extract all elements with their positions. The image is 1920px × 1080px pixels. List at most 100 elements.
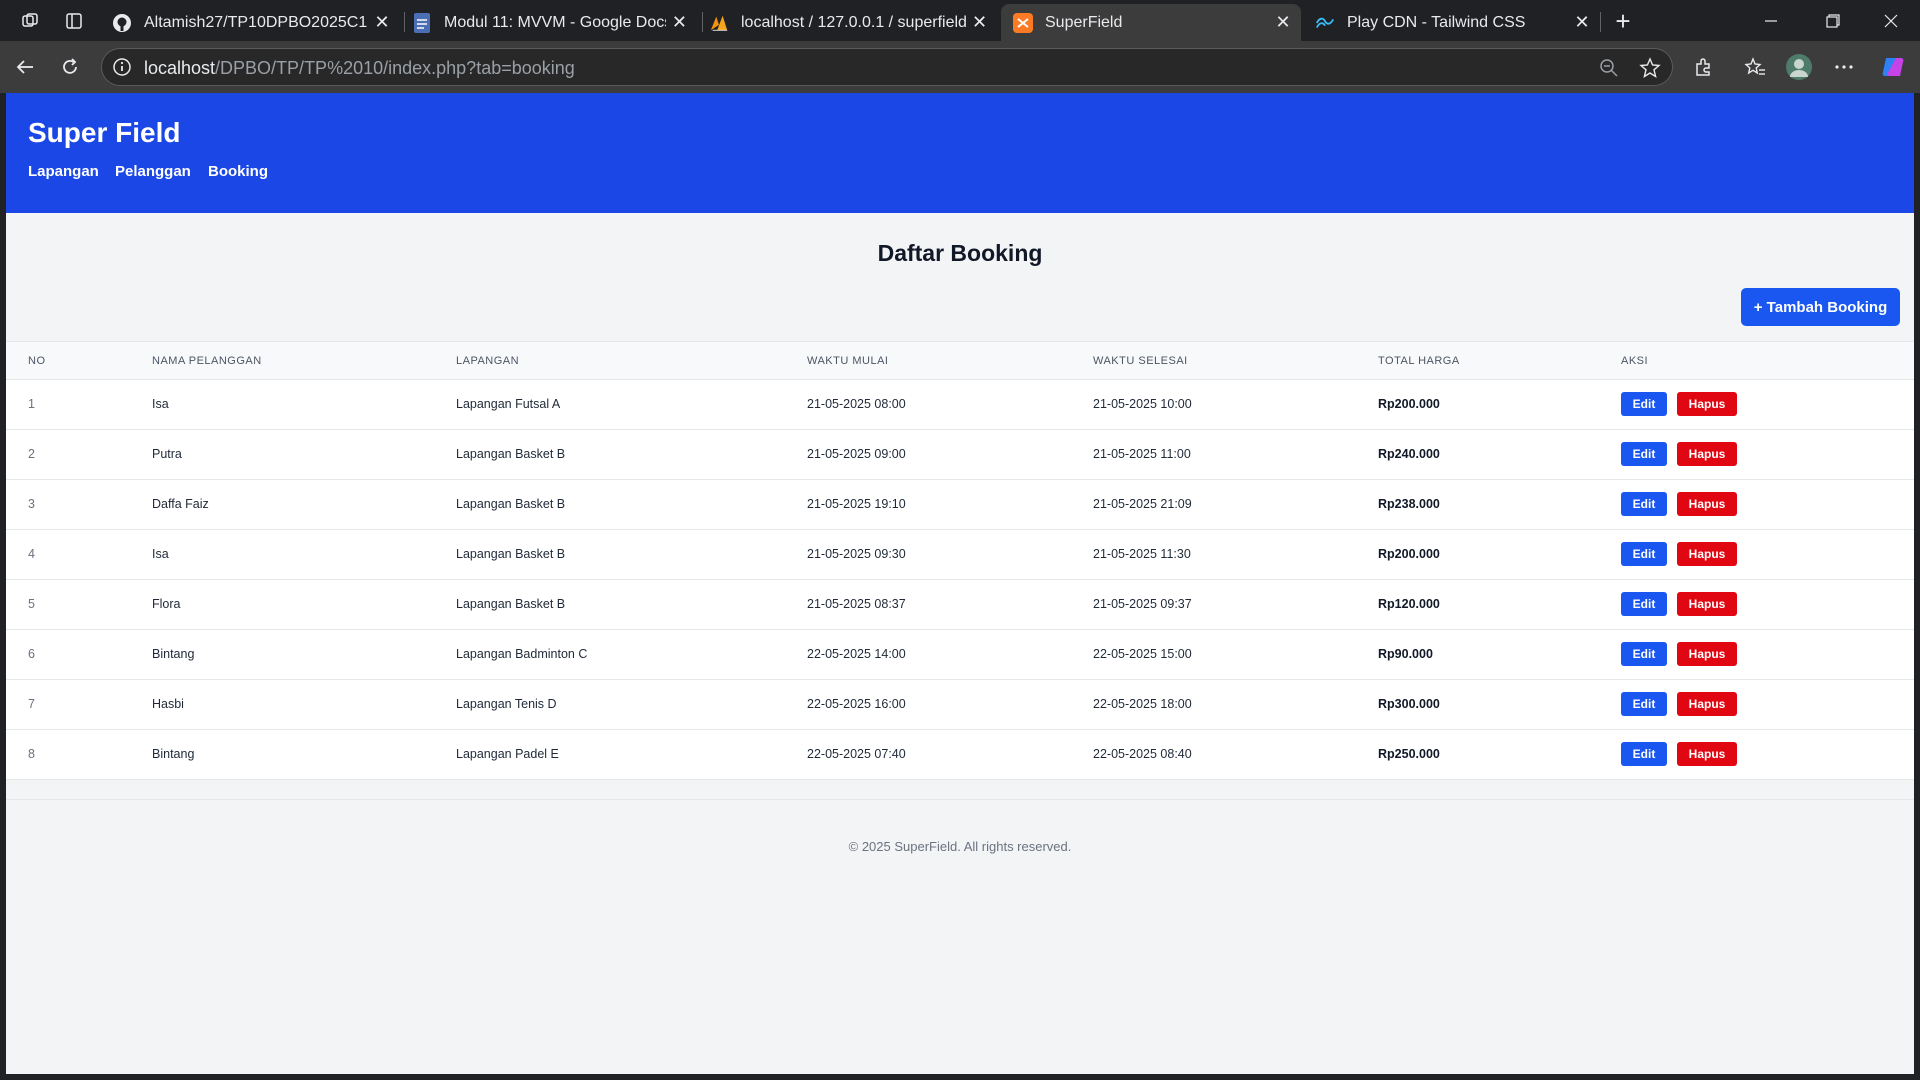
close-tab-icon[interactable]: ✕ <box>966 9 993 37</box>
web-page: Super Field Lapangan Pelanggan Booking D… <box>6 93 1914 1074</box>
cell-no: 6 <box>28 647 35 661</box>
table-row: 1 Isa Lapangan Futsal A 21-05-2025 08:00 21-… <box>6 380 1914 430</box>
delete-button[interactable]: Hapus <box>1677 392 1737 416</box>
edit-button[interactable]: Edit <box>1621 692 1667 716</box>
github-icon <box>112 13 132 33</box>
site-info-icon[interactable] <box>112 57 132 82</box>
edit-button[interactable]: Edit <box>1621 642 1667 666</box>
tab-superfield[interactable]: SuperField ✕ <box>1001 4 1301 41</box>
extensions-icon[interactable] <box>1688 52 1718 82</box>
delete-button[interactable]: Hapus <box>1677 692 1737 716</box>
edit-button[interactable]: Edit <box>1621 742 1667 766</box>
close-tab-icon[interactable]: ✕ <box>368 9 396 37</box>
profile-avatar[interactable] <box>1784 52 1814 82</box>
zoom-icon[interactable] <box>1599 58 1619 83</box>
cell-nama-pelanggan: Bintang <box>152 747 195 761</box>
delete-button[interactable]: Hapus <box>1677 492 1737 516</box>
cell-no: 8 <box>28 747 35 761</box>
cell-waktu-mulai: 22-05-2025 14:00 <box>807 647 906 661</box>
close-tab-icon[interactable]: ✕ <box>666 9 693 37</box>
cell-waktu-mulai: 21-05-2025 08:00 <box>807 397 906 411</box>
cell-no: 4 <box>28 547 35 561</box>
delete-button[interactable]: Hapus <box>1677 742 1737 766</box>
cell-lapangan: Lapangan Basket B <box>456 497 566 511</box>
cell-nama-pelanggan: Daffa Faiz <box>152 497 209 511</box>
minimize-icon[interactable] <box>1742 0 1800 41</box>
site-header: Super Field Lapangan Pelanggan Booking <box>6 93 1914 213</box>
table-row: 6 Bintang Lapangan Badminton C 22-05-2025 1… <box>6 630 1914 680</box>
close-tab-icon[interactable]: ✕ <box>1568 9 1596 37</box>
back-icon[interactable] <box>10 52 40 82</box>
cell-waktu-selesai: 21-05-2025 11:00 <box>1093 447 1191 461</box>
footer-copyright: © 2025 SuperField. All rights reserved. <box>848 839 1072 854</box>
url-host: localhost <box>144 58 216 78</box>
cell-waktu-selesai: 22-05-2025 08:40 <box>1093 747 1192 761</box>
cell-waktu-mulai: 22-05-2025 16:00 <box>807 697 906 711</box>
favorite-star-icon[interactable] <box>1639 57 1661 84</box>
site-brand[interactable]: Super Field <box>28 117 180 149</box>
table-row: 7 Hasbi Lapangan Tenis D 22-05-2025 16:00 22… <box>6 680 1914 730</box>
reload-icon[interactable] <box>55 52 85 82</box>
nav-link-lapangan[interactable]: Lapangan <box>28 163 99 180</box>
delete-button[interactable]: Hapus <box>1677 642 1737 666</box>
cell-nama-pelanggan: Bintang <box>152 647 195 661</box>
cell-total-harga: Rp250.000 <box>1378 747 1440 761</box>
url-path: /DPBO/TP/TP%2010/index.php?tab=booking <box>215 58 575 78</box>
close-window-icon[interactable] <box>1862 0 1920 41</box>
new-tab-button[interactable]: + <box>1606 6 1640 36</box>
tab-github[interactable]: Altamish27/TP10DPBO2025C1 ✕ <box>100 4 400 41</box>
add-booking-button[interactable]: + Tambah Booking <box>1741 288 1900 326</box>
cell-no: 5 <box>28 597 35 611</box>
restore-icon[interactable] <box>1804 0 1862 41</box>
table-row: 2 Putra Lapangan Basket B 21-05-2025 09:00 2… <box>6 430 1914 480</box>
delete-button[interactable]: Hapus <box>1677 542 1737 566</box>
cell-waktu-mulai: 21-05-2025 19:10 <box>807 497 906 511</box>
booking-table: NO NAMA PELANGGAN LAPANGAN WAKTU MULAI W… <box>6 341 1914 780</box>
cell-lapangan: Lapangan Futsal A <box>456 397 561 411</box>
workspaces-icon[interactable] <box>13 7 47 35</box>
cell-total-harga: Rp200.000 <box>1378 547 1440 561</box>
table-body: 1 Isa Lapangan Futsal A 21-05-2025 08:00 21-… <box>6 380 1914 780</box>
cell-nama-pelanggan: Putra <box>152 447 182 461</box>
cell-lapangan: Lapangan Padel E <box>456 747 559 761</box>
cell-no: 7 <box>28 697 35 711</box>
address-bar[interactable]: localhost/DPBO/TP/TP%2010/index.php?tab=… <box>101 48 1673 86</box>
tab-title: Modul 11: MVVM - Google Docs <box>444 13 666 31</box>
cell-total-harga: Rp240.000 <box>1378 447 1440 461</box>
nav-link-booking[interactable]: Booking <box>208 163 268 180</box>
column-header-waktu-mulai: WAKTU MULAI <box>807 355 889 367</box>
cell-total-harga: Rp238.000 <box>1378 497 1440 511</box>
cell-nama-pelanggan: Isa <box>152 547 169 561</box>
more-menu-icon[interactable] <box>1829 52 1859 82</box>
tab-phpmyadmin[interactable]: localhost / 127.0.0.1 / superfield / ✕ <box>697 4 997 41</box>
tab-tailwind[interactable]: Play CDN - Tailwind CSS ✕ <box>1303 4 1600 41</box>
edit-button[interactable]: Edit <box>1621 542 1667 566</box>
cell-no: 2 <box>28 447 35 461</box>
cell-total-harga: Rp90.000 <box>1378 647 1433 661</box>
cell-waktu-selesai: 22-05-2025 18:00 <box>1093 697 1192 711</box>
favorites-icon[interactable] <box>1740 52 1770 82</box>
edit-button[interactable]: Edit <box>1621 442 1667 466</box>
close-tab-icon[interactable]: ✕ <box>1269 9 1297 37</box>
url-text: localhost/DPBO/TP/TP%2010/index.php?tab=… <box>144 58 575 79</box>
tab-google-docs[interactable]: Modul 11: MVVM - Google Docs ✕ <box>400 4 697 41</box>
window-bottom-edge <box>0 1074 1920 1080</box>
edit-button[interactable]: Edit <box>1621 392 1667 416</box>
column-header-total-harga: TOTAL HARGA <box>1378 355 1460 367</box>
nav-link-pelanggan[interactable]: Pelanggan <box>115 163 191 180</box>
cell-waktu-selesai: 21-05-2025 11:30 <box>1093 547 1191 561</box>
cell-lapangan: Lapangan Tenis D <box>456 697 557 711</box>
edit-button[interactable]: Edit <box>1621 492 1667 516</box>
cell-nama-pelanggan: Flora <box>152 597 181 611</box>
google-docs-icon <box>412 12 432 33</box>
vertical-tabs-icon[interactable] <box>57 7 91 35</box>
delete-button[interactable]: Hapus <box>1677 592 1737 616</box>
copilot-icon[interactable] <box>1878 52 1908 82</box>
delete-button[interactable]: Hapus <box>1677 442 1737 466</box>
table-header: NO NAMA PELANGGAN LAPANGAN WAKTU MULAI W… <box>6 342 1914 380</box>
cell-waktu-mulai: 21-05-2025 09:00 <box>807 447 906 461</box>
edit-button[interactable]: Edit <box>1621 592 1667 616</box>
cell-lapangan: Lapangan Basket B <box>456 547 566 561</box>
browser-toolbar: localhost/DPBO/TP/TP%2010/index.php?tab=… <box>0 41 1920 93</box>
tailwind-icon <box>1315 13 1335 33</box>
